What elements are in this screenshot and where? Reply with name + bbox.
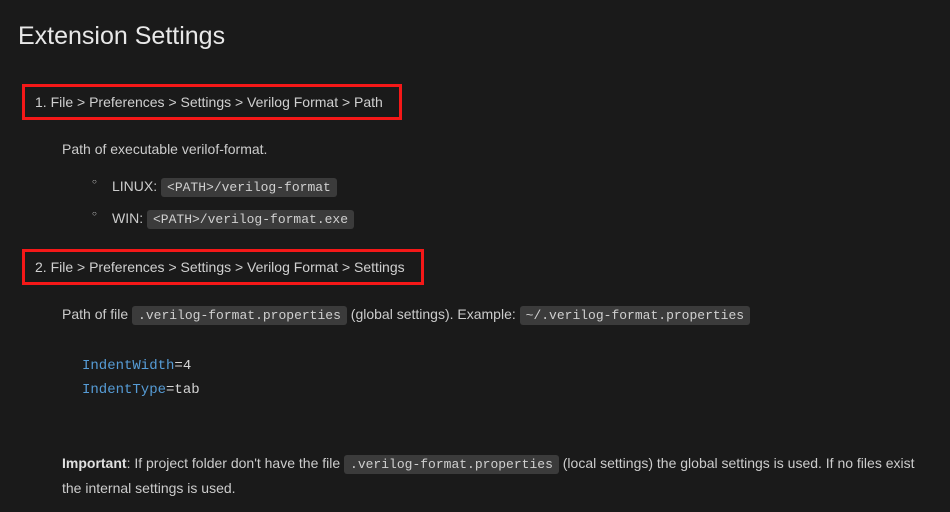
win-path-code: <PATH>/verilog-format.exe <box>147 210 354 229</box>
config-value: =tab <box>166 382 200 398</box>
important-label: Important <box>62 455 127 471</box>
section-heading: Extension Settings <box>18 16 932 56</box>
important-note: Important: If project folder don't have … <box>62 451 922 502</box>
properties-file-code: .verilog-format.properties <box>132 306 347 325</box>
note-text: : If project folder don't have the file <box>127 455 344 471</box>
step-1-breadcrumb: 1. File > Preferences > Settings > Veril… <box>22 84 402 120</box>
step-1-block: 1. File > Preferences > Settings > Veril… <box>18 84 932 231</box>
desc-text: (global settings). Example: <box>347 306 520 322</box>
linux-label: LINUX: <box>112 178 161 194</box>
config-key: IndentWidth <box>82 358 174 374</box>
config-value: =4 <box>174 358 191 374</box>
path-examples-list: LINUX: <PATH>/verilog-format WIN: <PATH>… <box>92 175 932 231</box>
list-item: LINUX: <PATH>/verilog-format <box>92 175 932 199</box>
config-example-snippet: IndentWidth=4 IndentType=tab <box>82 355 932 403</box>
step-2-block: 2. File > Preferences > Settings > Veril… <box>18 249 932 327</box>
snippet-line: IndentWidth=4 <box>82 355 932 379</box>
list-item: WIN: <PATH>/verilog-format.exe <box>92 207 932 231</box>
desc-text: Path of file <box>62 306 132 322</box>
step-2-breadcrumb: 2. File > Preferences > Settings > Veril… <box>22 249 424 285</box>
win-label: WIN: <box>112 210 147 226</box>
example-path-code: ~/.verilog-format.properties <box>520 306 750 325</box>
config-key: IndentType <box>82 382 166 398</box>
properties-file-code: .verilog-format.properties <box>344 455 559 474</box>
step-2-description: Path of file .verilog-format.properties … <box>62 303 932 327</box>
snippet-line: IndentType=tab <box>82 379 932 403</box>
linux-path-code: <PATH>/verilog-format <box>161 178 337 197</box>
step-1-description: Path of executable verilof-format. <box>62 138 932 160</box>
